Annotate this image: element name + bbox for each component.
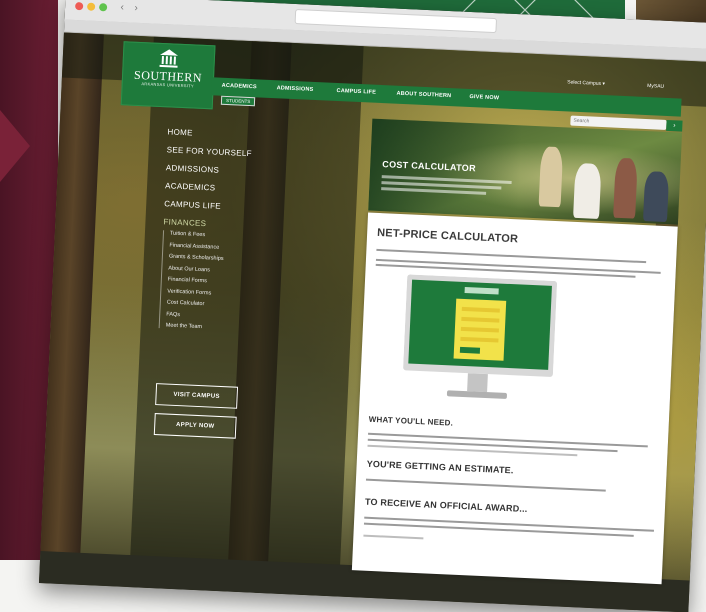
finances-submenu: Tuition & Fees Financial Assistance Gran… bbox=[158, 230, 343, 337]
back-arrow-icon[interactable]: ‹ bbox=[115, 2, 130, 15]
mysau-link[interactable]: MySAU bbox=[647, 83, 664, 90]
sidebar-item-academics[interactable]: ACADEMICS bbox=[165, 181, 345, 198]
search-button[interactable]: › bbox=[666, 119, 683, 132]
sidebar-menu: HOME SEE FOR YOURSELF ADMISSIONS ACADEMI… bbox=[158, 127, 347, 346]
forward-arrow-icon[interactable]: › bbox=[129, 2, 144, 15]
apply-now-button[interactable]: APPLY NOW bbox=[153, 413, 237, 439]
browser-window: ‹ › SOUTHERN ARKANSAS UNIVERSITY Select … bbox=[38, 0, 706, 612]
paragraph-line bbox=[365, 478, 606, 492]
nav-item-give-now[interactable]: GIVE NOW bbox=[469, 94, 499, 101]
sidebar-item-admissions[interactable]: ADMISSIONS bbox=[166, 163, 346, 180]
content-card: NET-PRICE CALCULATOR WHAT YOU'LL NEED. Y… bbox=[351, 212, 678, 585]
visit-campus-button[interactable]: VISIT CAMPUS bbox=[155, 383, 239, 409]
sidebar-item-see-for-yourself[interactable]: SEE FOR YOURSELF bbox=[167, 145, 347, 162]
building-columns-icon bbox=[159, 49, 179, 68]
address-bar[interactable] bbox=[294, 8, 498, 34]
university-logo[interactable]: SOUTHERN ARKANSAS UNIVERSITY bbox=[120, 41, 216, 110]
hero-photo-figure bbox=[613, 157, 638, 219]
minimize-window-icon[interactable] bbox=[86, 2, 96, 11]
section-heading-official-award: TO RECEIVE AN OFFICIAL AWARD... bbox=[364, 496, 528, 515]
page-title: NET-PRICE CALCULATOR bbox=[376, 226, 519, 246]
nav-item-academics[interactable]: ACADEMICS bbox=[222, 83, 257, 91]
section-heading-estimate: YOU'RE GETTING AN ESTIMATE. bbox=[366, 458, 514, 476]
hero-photo-figure bbox=[538, 146, 564, 208]
maroon-arrow-shape bbox=[0, 110, 30, 182]
sidebar-subitem-meet-team[interactable]: Meet the Team bbox=[166, 322, 339, 336]
hero-photo-figure bbox=[573, 162, 602, 219]
students-subtab[interactable]: STUDENTS bbox=[220, 95, 256, 107]
close-window-icon[interactable] bbox=[74, 2, 84, 11]
nav-item-campus-life[interactable]: CAMPUS LIFE bbox=[336, 88, 376, 96]
hero-photo-figure bbox=[642, 171, 670, 223]
sidebar-item-campus-life[interactable]: CAMPUS LIFE bbox=[164, 199, 344, 216]
hero-banner: COST CALCULATOR bbox=[368, 118, 683, 225]
nav-item-admissions[interactable]: ADMISSIONS bbox=[277, 85, 314, 93]
maximize-window-icon[interactable] bbox=[98, 3, 108, 12]
chevron-right-icon: › bbox=[673, 122, 676, 130]
web-page: SOUTHERN ARKANSAS UNIVERSITY Select Camp… bbox=[38, 32, 706, 612]
calculator-monitor-illustration bbox=[403, 274, 558, 399]
nav-item-about-southern[interactable]: ABOUT SOUTHERN bbox=[396, 91, 451, 99]
section-heading-what-you-need: WHAT YOU'LL NEED. bbox=[368, 414, 454, 428]
paragraph-line bbox=[363, 534, 424, 540]
